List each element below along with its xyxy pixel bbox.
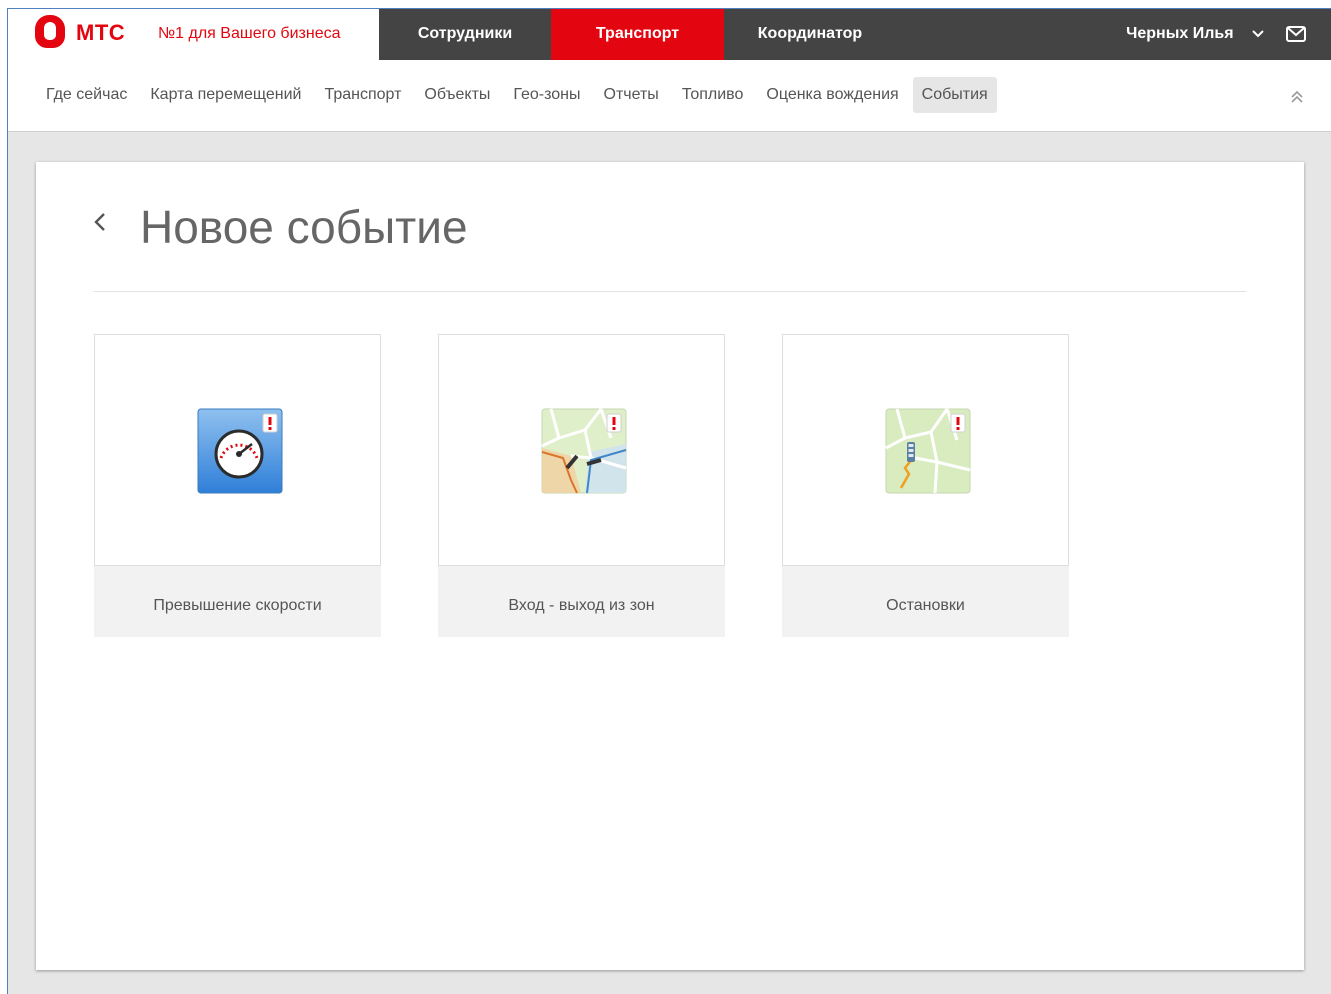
subnav-item-driving-rating[interactable]: Оценка вождения — [757, 77, 907, 113]
divider — [93, 291, 1246, 292]
event-type-zone-entry-exit[interactable]: Вход - выход из зон — [438, 334, 725, 637]
tile-icon-area — [438, 334, 725, 566]
tile-label: Остановки — [782, 566, 1069, 637]
user-name: Черных Илья — [1126, 25, 1234, 43]
event-type-stops[interactable]: Остановки — [782, 334, 1069, 637]
user-menu[interactable]: Черных Илья — [1126, 9, 1264, 60]
slogan: №1 для Вашего бизнеса — [158, 25, 341, 42]
event-type-speeding[interactable]: Превышение скорости — [94, 334, 381, 637]
tile-icon-area — [94, 334, 381, 566]
tab-coordinator[interactable]: Координатор — [724, 9, 896, 60]
tab-transport[interactable]: Транспорт — [551, 9, 724, 60]
tile-label: Превышение скорости — [94, 566, 381, 637]
subnav-item-transport[interactable]: Транспорт — [315, 77, 410, 113]
tab-employees[interactable]: Сотрудники — [379, 9, 551, 60]
subnav-item-geozones[interactable]: Гео-зоны — [504, 77, 589, 113]
chevron-down-icon — [1252, 9, 1264, 59]
subnav-item-movement-map[interactable]: Карта перемещений — [141, 77, 310, 113]
subnav-item-fuel[interactable]: Топливо — [673, 77, 753, 113]
subnav-item-events[interactable]: События — [912, 77, 997, 113]
brand-area[interactable]: МТС №1 для Вашего бизнеса — [8, 9, 379, 60]
back-chevron-icon[interactable] — [92, 210, 108, 234]
collapse-up-icon[interactable] — [1289, 90, 1305, 104]
zone-map-icon — [541, 408, 627, 494]
stops-map-icon — [885, 408, 971, 494]
mail-icon[interactable] — [1285, 24, 1307, 44]
subnav-item-where-now[interactable]: Где сейчас — [37, 77, 136, 113]
tile-label: Вход - выход из зон — [438, 566, 725, 637]
tile-icon-area — [782, 334, 1069, 566]
logo-text: МТС — [76, 20, 126, 45]
sub-navigation: Где сейчас Карта перемещений Транспорт О… — [8, 60, 1331, 132]
new-event-card: Новое событие Превышение скорости Вход -… — [36, 162, 1304, 970]
subnav-item-reports[interactable]: Отчеты — [595, 77, 668, 113]
subnav-item-objects[interactable]: Объекты — [415, 77, 499, 113]
speedometer-icon — [197, 408, 283, 494]
app-window: МТС №1 для Вашего бизнеса Сотрудники Тра… — [7, 8, 1331, 994]
top-bar: МТС №1 для Вашего бизнеса Сотрудники Тра… — [8, 9, 1331, 60]
page-title: Новое событие — [140, 201, 468, 253]
mts-logo-icon — [35, 15, 65, 48]
